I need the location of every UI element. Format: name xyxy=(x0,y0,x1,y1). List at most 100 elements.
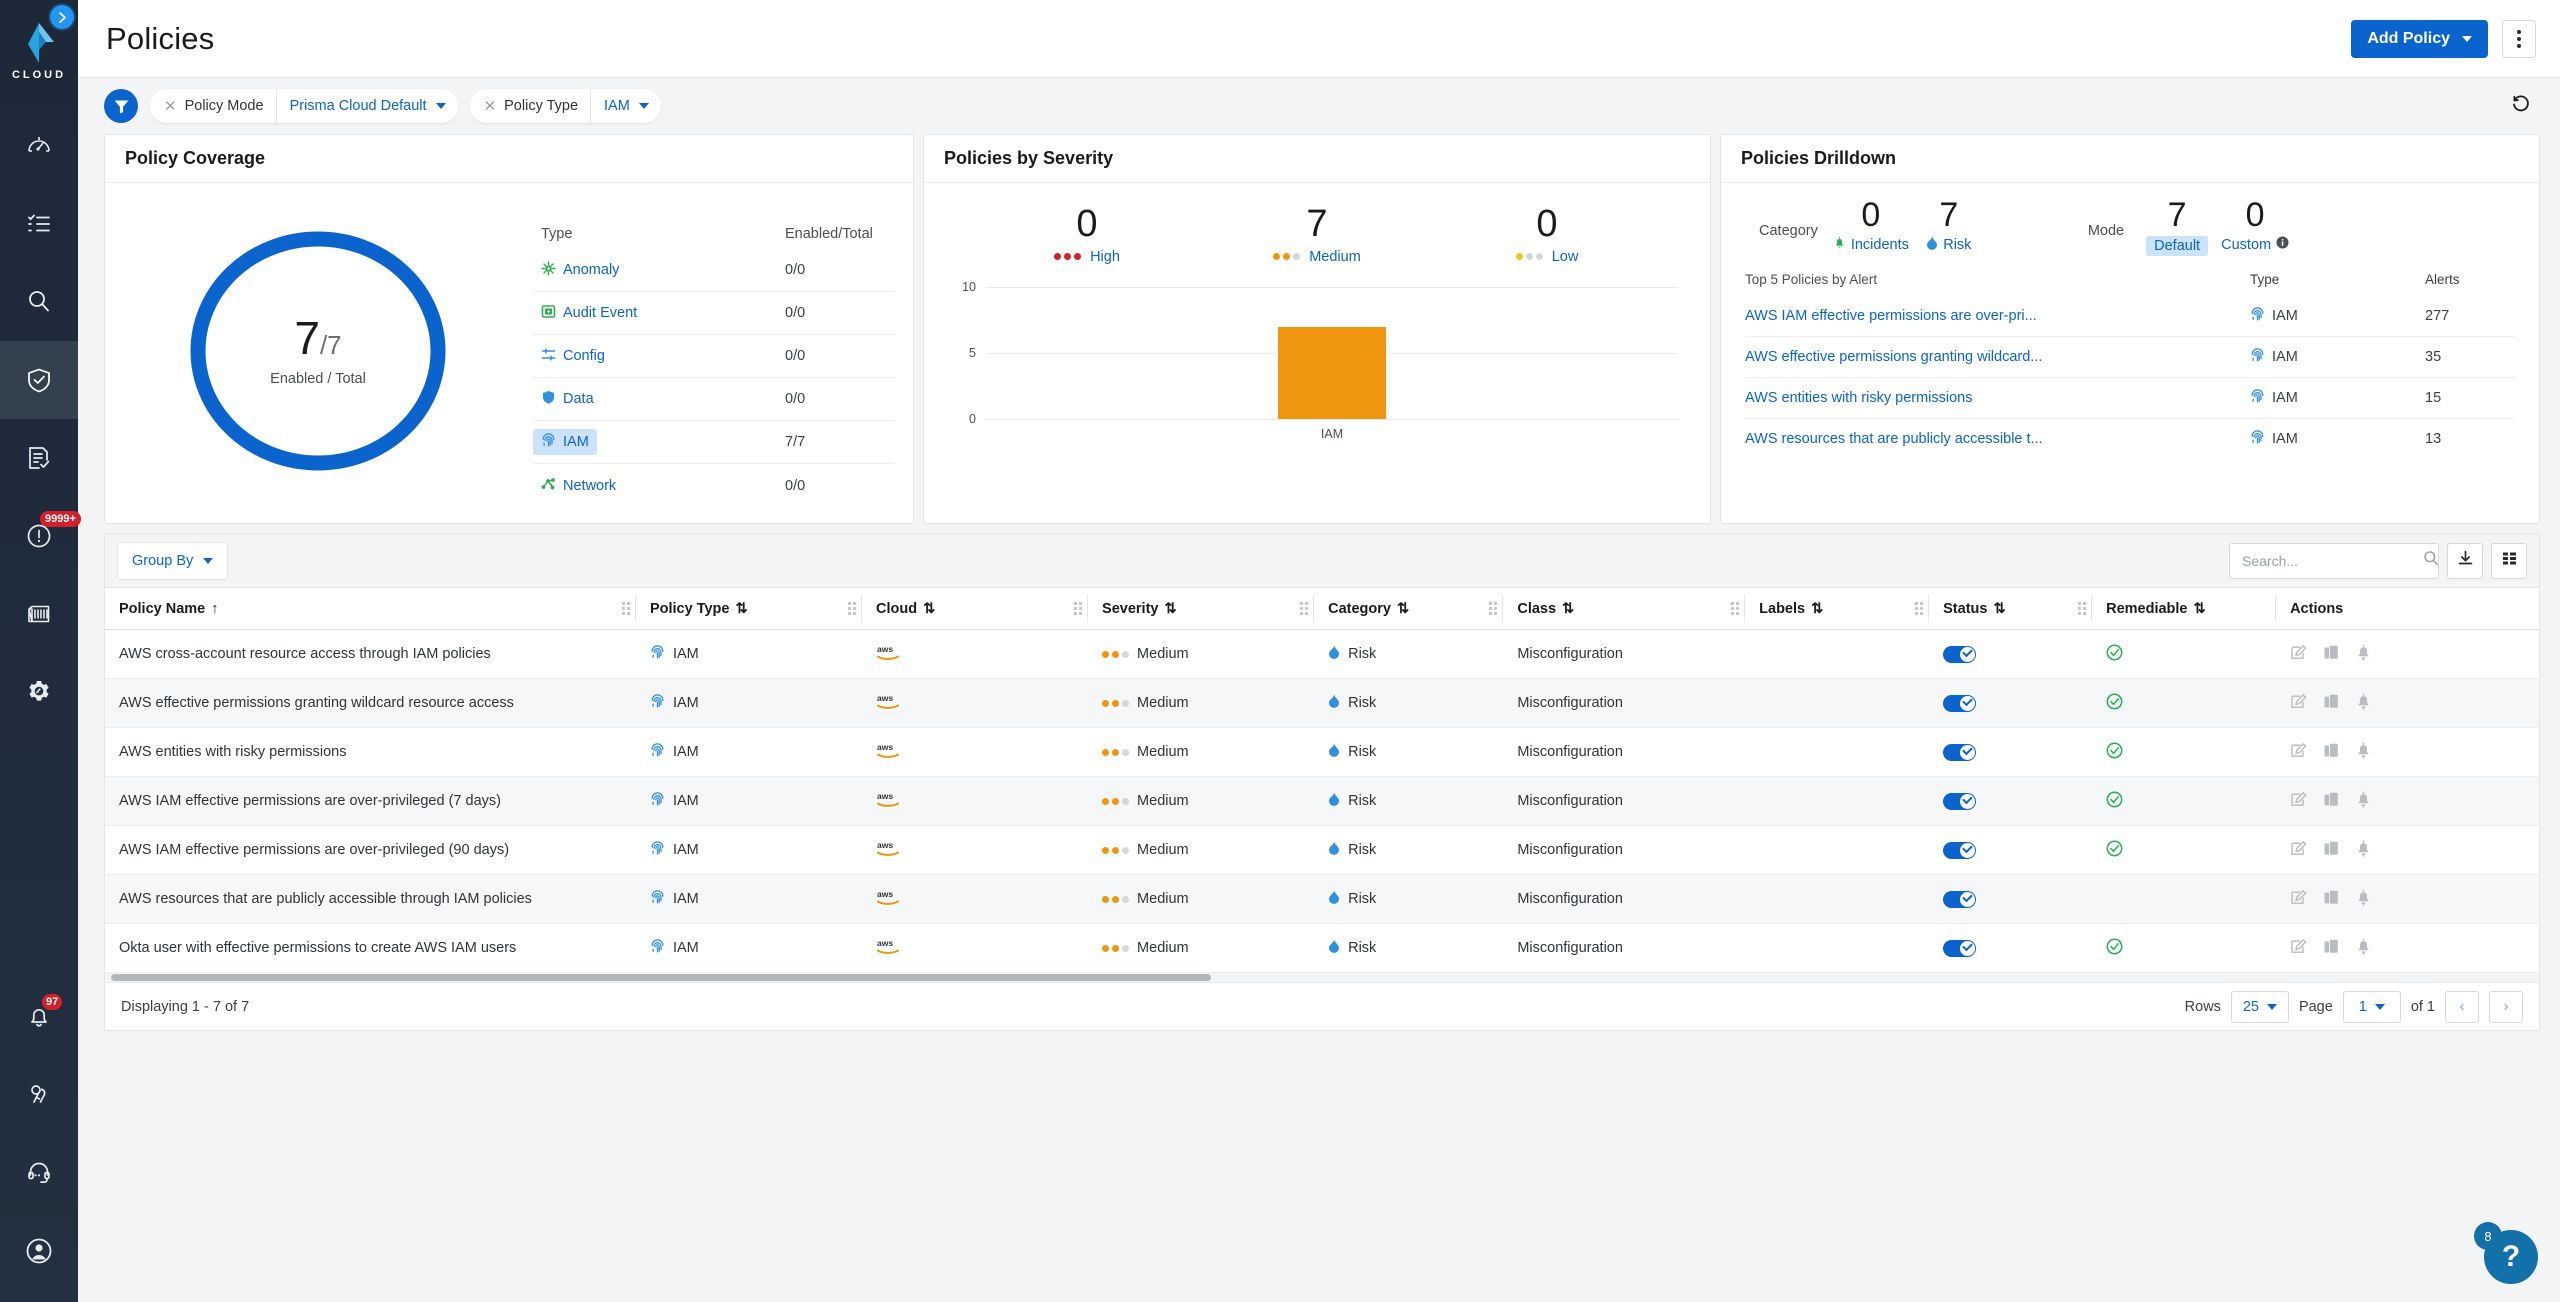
cell-status[interactable] xyxy=(1929,825,2093,875)
clone-icon[interactable] xyxy=(2323,693,2340,714)
col-remediable[interactable]: Remediable ⇅ xyxy=(2092,587,2277,630)
funnel-icon[interactable] xyxy=(104,89,138,123)
clone-icon[interactable] xyxy=(2323,938,2340,959)
table-horizontal-scrollbar[interactable] xyxy=(105,973,2539,982)
scrollbar-thumb[interactable] xyxy=(111,974,1211,981)
status-toggle[interactable] xyxy=(1943,939,1977,957)
drilldown-policy-link[interactable]: AWS IAM effective permissions are over-p… xyxy=(1745,308,2250,324)
drilldown-stat-incidents[interactable]: 0 Incidents xyxy=(1832,196,1910,253)
col-class[interactable]: Class ⇅ xyxy=(1503,587,1746,630)
cell-status[interactable] xyxy=(1929,776,2093,826)
table-row[interactable]: AWS IAM effective permissions are over-p… xyxy=(105,776,2539,826)
sidebar-item-notifications[interactable]: 97 xyxy=(0,978,78,1056)
coverage-row-anomaly[interactable]: Anomaly 0/0 xyxy=(533,249,895,292)
bell-icon[interactable] xyxy=(2356,644,2371,665)
cell-policy-name[interactable]: AWS IAM effective permissions are over-p… xyxy=(105,825,636,875)
table-row[interactable]: AWS cross-account resource access throug… xyxy=(105,629,2539,679)
add-policy-button[interactable]: Add Policy xyxy=(2351,19,2488,58)
sidebar-item-investigate[interactable] xyxy=(0,263,78,341)
help-button[interactable]: ? xyxy=(2484,1230,2538,1284)
column-resize-handle[interactable] xyxy=(1300,601,1309,617)
bell-icon[interactable] xyxy=(2356,840,2371,861)
next-page-button[interactable]: › xyxy=(2489,990,2523,1023)
column-resize-handle[interactable] xyxy=(2078,601,2087,617)
cell-policy-name[interactable]: Okta user with effective permissions to … xyxy=(105,923,636,973)
group-by-button[interactable]: Group By xyxy=(117,541,229,580)
col-severity[interactable]: Severity ⇅ xyxy=(1088,587,1315,630)
bell-icon[interactable] xyxy=(2356,693,2371,714)
cell-status[interactable] xyxy=(1929,678,2093,728)
filter-chip-policy-type[interactable]: ✕ Policy Type IAM xyxy=(469,89,661,123)
status-toggle[interactable] xyxy=(1943,694,1977,712)
coverage-row-iam[interactable]: IAM 7/7 xyxy=(533,421,895,464)
bell-icon[interactable] xyxy=(2356,742,2371,763)
sidebar-item-compliance[interactable] xyxy=(0,419,78,497)
column-resize-handle[interactable] xyxy=(848,601,856,617)
clone-icon[interactable] xyxy=(2323,742,2340,763)
drilldown-stat-risk[interactable]: 7 Risk xyxy=(1910,196,1988,254)
sidebar-item-inventory[interactable] xyxy=(0,185,78,263)
status-toggle[interactable] xyxy=(1943,645,1977,663)
severity-stat-high[interactable]: 0 High xyxy=(1012,204,1162,265)
download-button[interactable] xyxy=(2447,542,2483,579)
col-cloud[interactable]: Cloud ⇅ xyxy=(862,587,1089,630)
drilldown-policy-link[interactable]: AWS effective permissions granting wildc… xyxy=(1745,349,2250,365)
close-icon[interactable]: ✕ xyxy=(470,97,505,115)
edit-icon[interactable] xyxy=(2290,938,2307,959)
clone-icon[interactable] xyxy=(2323,889,2340,910)
bar-iam[interactable] xyxy=(1278,326,1386,419)
status-toggle[interactable] xyxy=(1943,841,1977,859)
cell-policy-name[interactable]: AWS cross-account resource access throug… xyxy=(105,629,636,679)
cell-policy-name[interactable]: AWS resources that are publicly accessib… xyxy=(105,874,636,924)
column-resize-handle[interactable] xyxy=(1489,601,1498,617)
sidebar-item-dashboard[interactable] xyxy=(0,107,78,185)
status-toggle[interactable] xyxy=(1943,792,1977,810)
clone-icon[interactable] xyxy=(2323,791,2340,812)
coverage-row-audit-event[interactable]: Audit Event 0/0 xyxy=(533,292,895,335)
brand-logo[interactable]: CLOUD xyxy=(12,20,66,81)
status-toggle[interactable] xyxy=(1943,890,1977,908)
coverage-row-config[interactable]: Config 0/0 xyxy=(533,335,895,378)
column-resize-handle[interactable] xyxy=(621,601,630,617)
drilldown-row[interactable]: AWS IAM effective permissions are over-p… xyxy=(1745,295,2515,336)
sidebar-item-profile[interactable] xyxy=(0,1212,78,1290)
drilldown-row[interactable]: AWS entities with risky permissions IAM … xyxy=(1745,377,2515,418)
column-resize-handle[interactable] xyxy=(1731,601,1740,617)
filter-chip-value-dropdown[interactable]: Prisma Cloud Default xyxy=(275,89,458,123)
cell-status[interactable] xyxy=(1929,727,2093,777)
bell-icon[interactable] xyxy=(2356,791,2371,812)
drilldown-policy-link[interactable]: AWS entities with risky permissions xyxy=(1745,390,2250,406)
cell-status[interactable] xyxy=(1929,874,2093,924)
coverage-row-data[interactable]: Data 0/0 xyxy=(533,378,895,421)
table-row[interactable]: Okta user with effective permissions to … xyxy=(105,923,2539,973)
drilldown-row[interactable]: AWS effective permissions granting wildc… xyxy=(1745,336,2515,377)
table-row[interactable]: AWS entities with risky permissions IAM aw… xyxy=(105,727,2539,777)
col-policy-type[interactable]: Policy Type ⇅ xyxy=(635,587,862,630)
edit-icon[interactable] xyxy=(2290,791,2307,812)
coverage-row-network[interactable]: Network 0/0 xyxy=(533,464,895,507)
sidebar-item-policies[interactable] xyxy=(0,341,78,419)
drilldown-policy-link[interactable]: AWS resources that are publicly accessib… xyxy=(1745,431,2250,447)
severity-stat-medium[interactable]: 7 Medium xyxy=(1242,204,1392,265)
column-settings-button[interactable] xyxy=(2491,542,2527,579)
prev-page-button[interactable]: ‹ xyxy=(2445,990,2479,1023)
info-icon[interactable] xyxy=(2276,236,2289,253)
col-category[interactable]: Category ⇅ xyxy=(1314,587,1504,630)
coverage-donut-chart[interactable]: 7/7 Enabled / Total xyxy=(178,226,458,476)
sidebar-item-settings[interactable] xyxy=(0,653,78,731)
edit-icon[interactable] xyxy=(2290,840,2307,861)
severity-stat-low[interactable]: 0 Low xyxy=(1472,204,1622,265)
status-toggle[interactable] xyxy=(1943,743,1977,761)
cell-policy-name[interactable]: AWS entities with risky permissions xyxy=(105,727,636,777)
clone-icon[interactable] xyxy=(2323,644,2340,665)
edit-icon[interactable] xyxy=(2290,742,2307,763)
drilldown-stat-custom[interactable]: 0 Custom xyxy=(2216,196,2294,253)
bell-icon[interactable] xyxy=(2356,938,2371,959)
col-labels[interactable]: Labels ⇅ xyxy=(1745,587,1930,630)
sidebar-item-access-keys[interactable] xyxy=(0,1056,78,1134)
sidebar-item-containers[interactable] xyxy=(0,575,78,653)
cell-policy-name[interactable]: AWS IAM effective permissions are over-p… xyxy=(105,776,636,826)
page-select[interactable]: 1 xyxy=(2342,990,2401,1023)
search-box[interactable] xyxy=(2229,542,2439,579)
col-status[interactable]: Status ⇅ xyxy=(1929,587,2093,630)
